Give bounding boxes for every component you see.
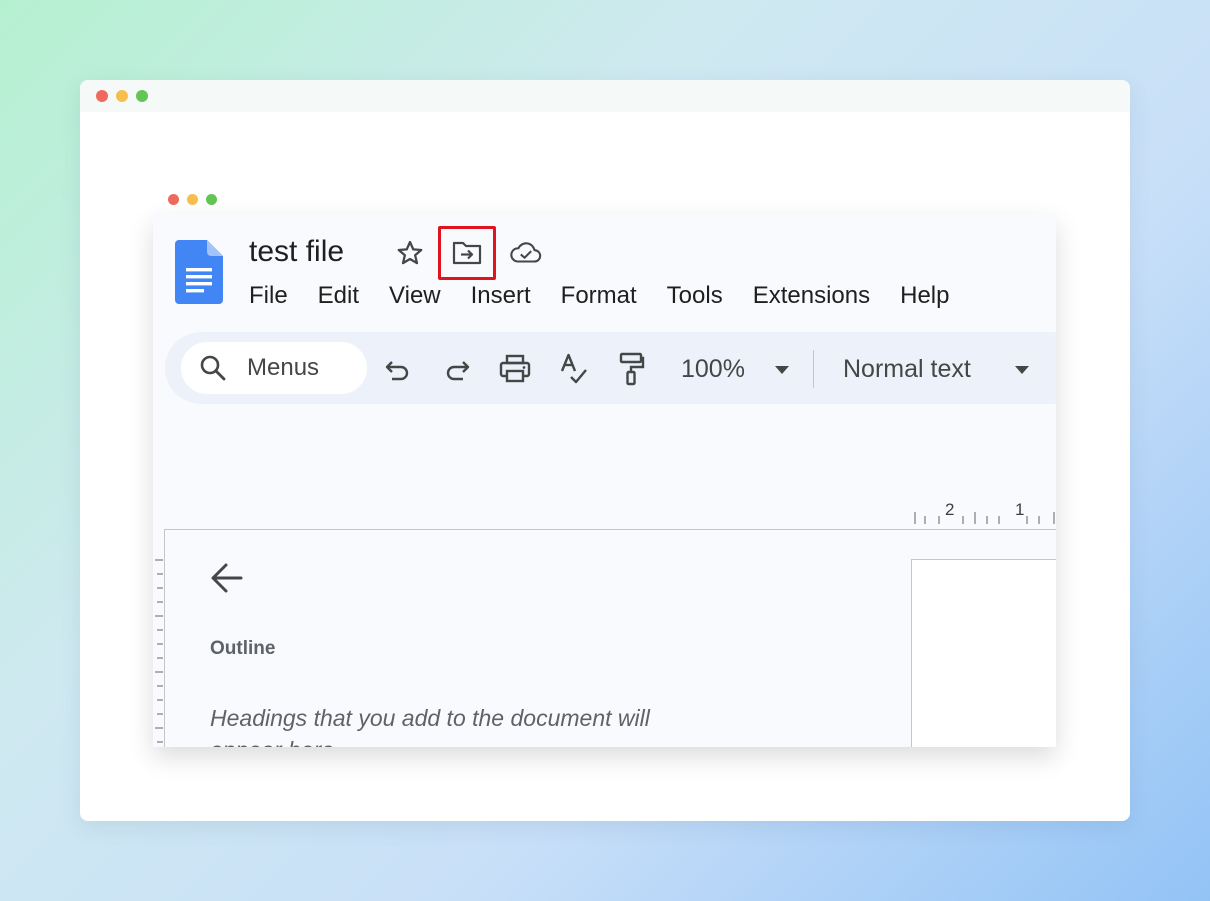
- minimize-window-button[interactable]: [116, 90, 128, 102]
- menu-help[interactable]: Help: [900, 278, 949, 314]
- document-page[interactable]: [911, 559, 1056, 747]
- zoom-dropdown-icon[interactable]: [765, 353, 799, 387]
- print-icon[interactable]: [498, 352, 532, 386]
- search-menus-button[interactable]: Menus: [181, 342, 367, 394]
- search-icon: [200, 355, 226, 381]
- outer-titlebar: [80, 80, 1130, 112]
- docs-logo-icon[interactable]: [175, 240, 223, 304]
- ruler-ticks: [914, 512, 1055, 524]
- menu-bar: File Edit View Insert Format Tools Exten…: [249, 278, 979, 314]
- star-icon[interactable]: [393, 236, 427, 270]
- menu-view[interactable]: View: [389, 278, 441, 314]
- ruler-label-2: 2: [945, 500, 955, 519]
- paint-format-icon[interactable]: [615, 352, 649, 386]
- inner-window-controls: [168, 194, 228, 206]
- zoom-value[interactable]: 100%: [681, 354, 745, 384]
- menu-edit[interactable]: Edit: [318, 278, 359, 314]
- inner-minimize-button[interactable]: [187, 194, 198, 205]
- maximize-window-button[interactable]: [136, 90, 148, 102]
- inner-maximize-button[interactable]: [206, 194, 217, 205]
- menu-extensions[interactable]: Extensions: [753, 278, 870, 314]
- search-label: Menus: [247, 354, 320, 381]
- spellcheck-icon[interactable]: [557, 352, 591, 386]
- undo-icon[interactable]: [381, 352, 415, 386]
- horizontal-ruler: 2 1: [901, 494, 1056, 524]
- toolbar-divider: [813, 350, 814, 388]
- toolbar: Menus 100% Normal text: [165, 332, 1056, 404]
- cloud-saved-icon[interactable]: [509, 236, 543, 270]
- menu-file[interactable]: File: [249, 278, 288, 314]
- outer-window: test file File Edit View Insert Format T…: [80, 80, 1130, 821]
- document-title[interactable]: test file: [249, 232, 344, 272]
- back-arrow-icon[interactable]: [209, 560, 245, 596]
- ruler-label-1: 1: [1015, 500, 1025, 519]
- paragraph-style-select[interactable]: Normal text: [843, 354, 971, 384]
- menu-insert[interactable]: Insert: [471, 278, 531, 314]
- style-dropdown-icon[interactable]: [1005, 353, 1039, 387]
- menu-tools[interactable]: Tools: [667, 278, 723, 314]
- close-window-button[interactable]: [96, 90, 108, 102]
- outline-title: Outline: [210, 638, 276, 659]
- move-to-folder-icon[interactable]: [450, 236, 484, 270]
- redo-icon[interactable]: [440, 352, 474, 386]
- outline-empty-message: Headings that you add to the document wi…: [210, 705, 650, 747]
- inner-close-button[interactable]: [168, 194, 179, 205]
- docs-window: test file File Edit View Insert Format T…: [153, 214, 1056, 747]
- menu-format[interactable]: Format: [561, 278, 637, 314]
